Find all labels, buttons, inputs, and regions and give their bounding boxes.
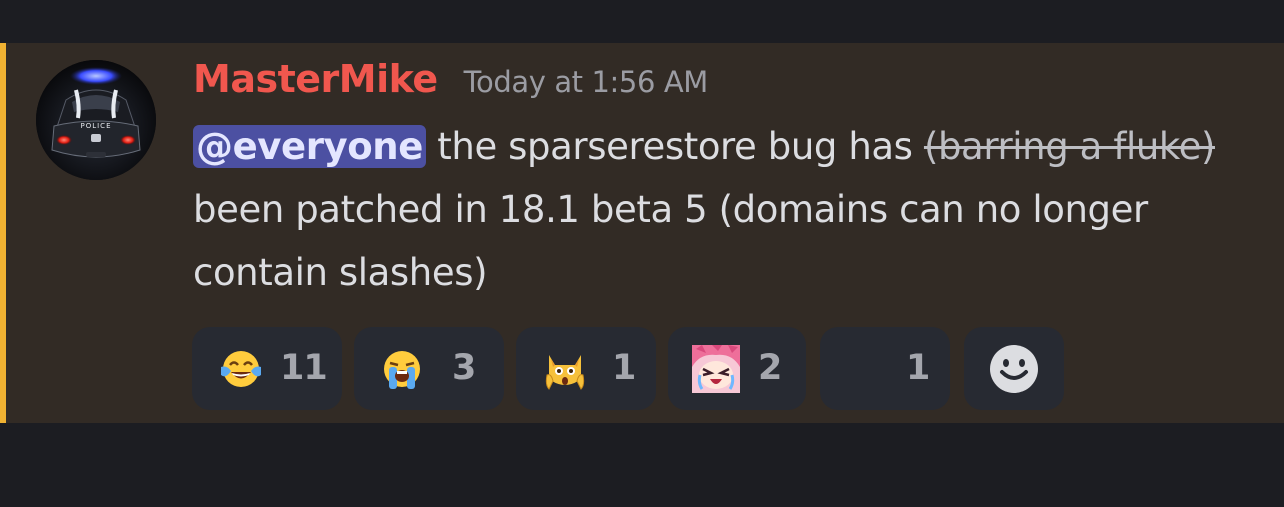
weary-cat-icon	[545, 355, 585, 390]
avatar[interactable]: POLICE	[36, 60, 156, 180]
author-username[interactable]: MasterMike	[193, 57, 438, 101]
chat-background-bottom	[0, 423, 1284, 507]
previous-message-area	[0, 0, 1284, 43]
reaction-tears-of-joy[interactable]: 11	[192, 327, 342, 410]
mention-highlight-bar	[0, 43, 6, 423]
discord-page: POLICE MasterMike Today at 1:56 AM @ever…	[0, 0, 1284, 507]
message-header: MasterMike Today at 1:56 AM	[193, 57, 708, 111]
reaction-count: 11	[280, 348, 328, 388]
chat-message[interactable]: POLICE MasterMike Today at 1:56 AM @ever…	[0, 43, 1284, 423]
reaction-weary-cat[interactable]: 1	[516, 327, 656, 410]
add-reaction-smiley-icon	[990, 345, 1038, 393]
everyone-mention[interactable]: @everyone	[193, 125, 426, 168]
loudly-crying-face-icon	[384, 351, 420, 389]
message-text-part-1: the sparserestore bug has	[425, 125, 924, 168]
reaction-crying-anime-girl[interactable]: 2	[668, 327, 806, 410]
reaction-loudly-crying[interactable]: 3	[354, 327, 504, 410]
reaction-blank-emoji[interactable]: 1	[820, 327, 950, 410]
message-timestamp[interactable]: Today at 1:56 AM	[464, 65, 709, 99]
face-with-tears-of-joy-icon	[221, 351, 261, 387]
reaction-count: 1	[612, 348, 636, 388]
message-text-part-2: been patched in 18.1 beta 5 (domains can…	[193, 188, 1148, 294]
message-content: @everyone the sparserestore bug has (bar…	[193, 115, 1243, 304]
reaction-count: 3	[452, 348, 476, 388]
blank-emoji-icon	[844, 345, 892, 393]
police-car-avatar-icon: POLICE	[36, 60, 156, 180]
svg-text:POLICE: POLICE	[80, 122, 111, 130]
crying-anime-girl-icon	[692, 345, 740, 393]
reaction-count: 2	[758, 348, 782, 388]
reaction-count: 1	[906, 348, 930, 388]
strikethrough-text: (barring a fluke)	[923, 125, 1215, 168]
add-reaction-button[interactable]	[964, 327, 1064, 410]
